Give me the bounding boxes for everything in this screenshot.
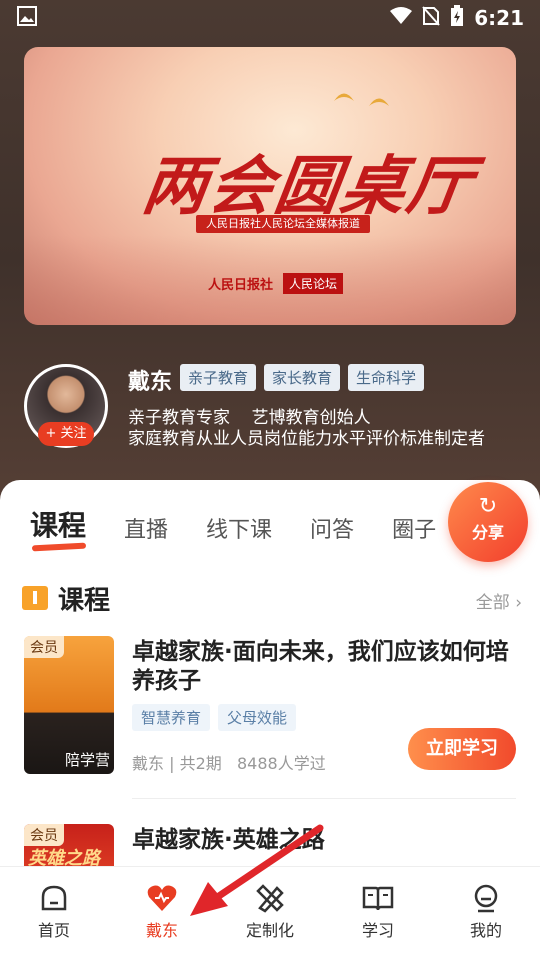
author-desc-line2: 家庭教育从业人员岗位能力水平评价标准制定者 bbox=[128, 429, 485, 449]
share-label: 分享 bbox=[471, 523, 504, 542]
peoples-daily-logo: 人民日报社 bbox=[208, 278, 274, 293]
home-icon bbox=[0, 883, 108, 917]
nav-label: 我的 bbox=[469, 921, 502, 940]
thumb-caption: 陪学营 bbox=[64, 751, 110, 769]
profile-tag: 家长教育 bbox=[264, 364, 341, 391]
course-title: 卓越家族·面向未来，我们应该如何培养孩子 bbox=[132, 639, 509, 694]
nav-mine[interactable]: 我的 bbox=[432, 867, 540, 960]
profile-icon bbox=[432, 883, 540, 917]
author-description: 亲子教育专家 艺博教育创始人 家庭教育从业人员岗位能力水平评价标准制定者 bbox=[128, 408, 485, 450]
tab-live[interactable]: 直播 bbox=[124, 512, 168, 544]
tab-qa[interactable]: 问答 bbox=[310, 512, 354, 544]
course-thumbnail: 会员 陪学营 bbox=[24, 636, 114, 774]
red-arrow-annotation bbox=[190, 824, 324, 916]
peoples-tribune-logo: 人民论坛 bbox=[283, 273, 344, 294]
banner-logos: 人民日报社 人民论坛 bbox=[208, 273, 344, 294]
course-tag: 父母效能 bbox=[218, 704, 297, 731]
divider bbox=[132, 798, 516, 799]
battery-charging-icon bbox=[450, 4, 464, 32]
status-bar: 6:21 bbox=[0, 0, 540, 36]
book-icon bbox=[324, 883, 432, 917]
nav-label: 首页 bbox=[37, 921, 70, 940]
nav-label: 戴东 bbox=[145, 921, 178, 940]
course-card[interactable]: 会员 陪学营 卓越家族·面向未来，我们应该如何培养孩子 智慧养育 父母效能 戴东… bbox=[24, 636, 516, 776]
author-profile: + 关注 戴东 亲子教育 家长教育 生命科学 亲子教育专家 艺博教育创始人 家庭… bbox=[24, 362, 524, 462]
banner-ribbon: 人民日报社人民论坛全媒体报道 bbox=[196, 215, 370, 233]
study-now-button[interactable]: 立即学习 bbox=[408, 728, 516, 770]
no-sim-icon bbox=[422, 5, 440, 31]
see-all-link[interactable]: 全部 › bbox=[476, 588, 522, 613]
author-name: 戴东 bbox=[128, 370, 173, 395]
profile-tag: 生命科学 bbox=[348, 364, 425, 391]
tab-courses[interactable]: 课程 bbox=[30, 504, 86, 544]
profile-tag: 亲子教育 bbox=[180, 364, 257, 391]
course-tag: 智慧养育 bbox=[132, 704, 211, 731]
follow-button[interactable]: + 关注 bbox=[38, 422, 94, 446]
vip-badge: 会员 bbox=[24, 824, 64, 846]
share-icon: ↻ bbox=[478, 494, 498, 519]
birds-graphic bbox=[334, 93, 389, 106]
nav-home[interactable]: 首页 bbox=[0, 867, 108, 960]
tab-offline[interactable]: 线下课 bbox=[206, 512, 272, 544]
author-desc-line1: 亲子教育专家 艺博教育创始人 bbox=[128, 408, 371, 428]
banner-title: 两会圆桌厅 bbox=[137, 149, 479, 224]
promo-banner[interactable]: 两会圆桌厅 人民日报社人民论坛全媒体报道 人民日报社 人民论坛 bbox=[24, 47, 516, 325]
tab-circle[interactable]: 圈子 bbox=[392, 512, 436, 544]
tab-bar: 课程 直播 线下课 问答 圈子 bbox=[30, 504, 436, 544]
vip-badge: 会员 bbox=[24, 636, 64, 658]
wifi-icon bbox=[390, 6, 413, 30]
nav-study[interactable]: 学习 bbox=[324, 867, 432, 960]
book-icon bbox=[22, 586, 48, 610]
status-time: 6:21 bbox=[474, 6, 524, 30]
course-meta: 戴东 | 共2期 8488人学过 bbox=[132, 754, 326, 773]
course-section-header: 课程 全部 › bbox=[22, 580, 522, 616]
share-button[interactable]: ↻ 分享 bbox=[448, 482, 528, 562]
gallery-notification-icon bbox=[16, 5, 390, 31]
nav-label: 定制化 bbox=[245, 921, 294, 940]
section-title: 课程 bbox=[58, 586, 111, 616]
nav-label: 学习 bbox=[361, 921, 394, 940]
